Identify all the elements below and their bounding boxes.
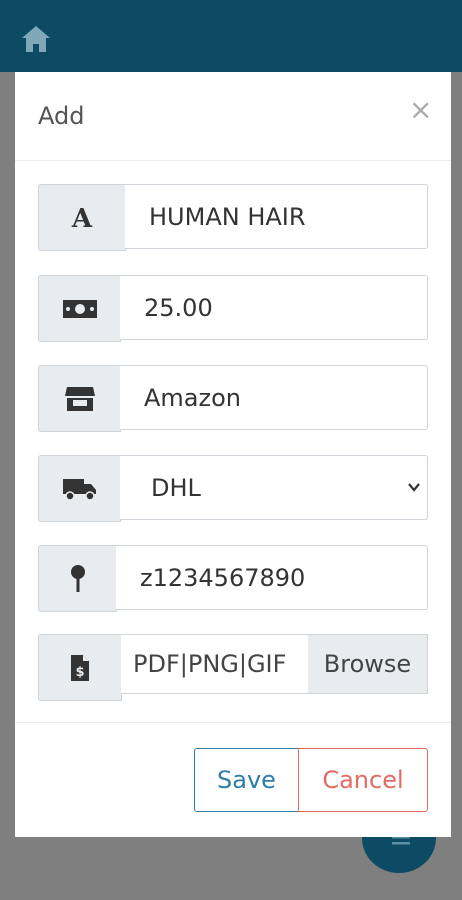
carrier-row: DHL (38, 455, 428, 522)
carrier-select-value: DHL (151, 473, 201, 502)
tracking-input-value: z1234567890 (140, 563, 306, 592)
home-icon[interactable] (20, 24, 52, 54)
svg-text:$: $ (75, 665, 84, 680)
chevron-down-icon (408, 483, 420, 492)
name-input[interactable]: HUMAN HAIR (125, 184, 428, 249)
svg-text:A: A (71, 205, 93, 231)
text-icon: A (38, 184, 126, 251)
truck-icon (38, 455, 121, 522)
money-icon (38, 275, 121, 342)
map-pin-icon (38, 545, 117, 612)
tracking-input[interactable]: z1234567890 (116, 545, 428, 610)
file-input-placeholder: PDF|PNG|GIF (133, 650, 287, 678)
file-row: $ PDF|PNG|GIF Browse (38, 634, 428, 701)
file-dollar-icon: $ (38, 634, 122, 701)
name-input-value: HUMAN HAIR (149, 202, 306, 231)
save-button[interactable]: Save (194, 748, 299, 812)
store-input-value: Amazon (144, 383, 241, 412)
file-input[interactable]: PDF|PNG|GIF (121, 634, 311, 694)
modal-footer-divider (15, 722, 451, 723)
store-row: Amazon (38, 365, 428, 432)
price-input[interactable]: 25.00 (120, 275, 428, 340)
store-input[interactable]: Amazon (120, 365, 428, 430)
store-icon (38, 365, 121, 432)
close-icon[interactable]: × (409, 96, 432, 124)
tracking-row: z1234567890 (38, 545, 428, 612)
menu-icon (392, 836, 410, 845)
price-row: 25.00 (38, 275, 428, 342)
cancel-button[interactable]: Cancel (298, 748, 428, 812)
browse-button[interactable]: Browse (308, 634, 428, 694)
modal-title: Add (38, 102, 85, 130)
top-bar (0, 0, 462, 72)
name-row: A HUMAN HAIR (38, 184, 428, 251)
add-modal: Add × A HUMAN HAIR 25.00 Amazon DHL z123… (15, 72, 451, 837)
price-input-value: 25.00 (144, 293, 213, 322)
modal-header: Add × (15, 72, 451, 161)
carrier-select[interactable]: DHL (120, 455, 428, 520)
